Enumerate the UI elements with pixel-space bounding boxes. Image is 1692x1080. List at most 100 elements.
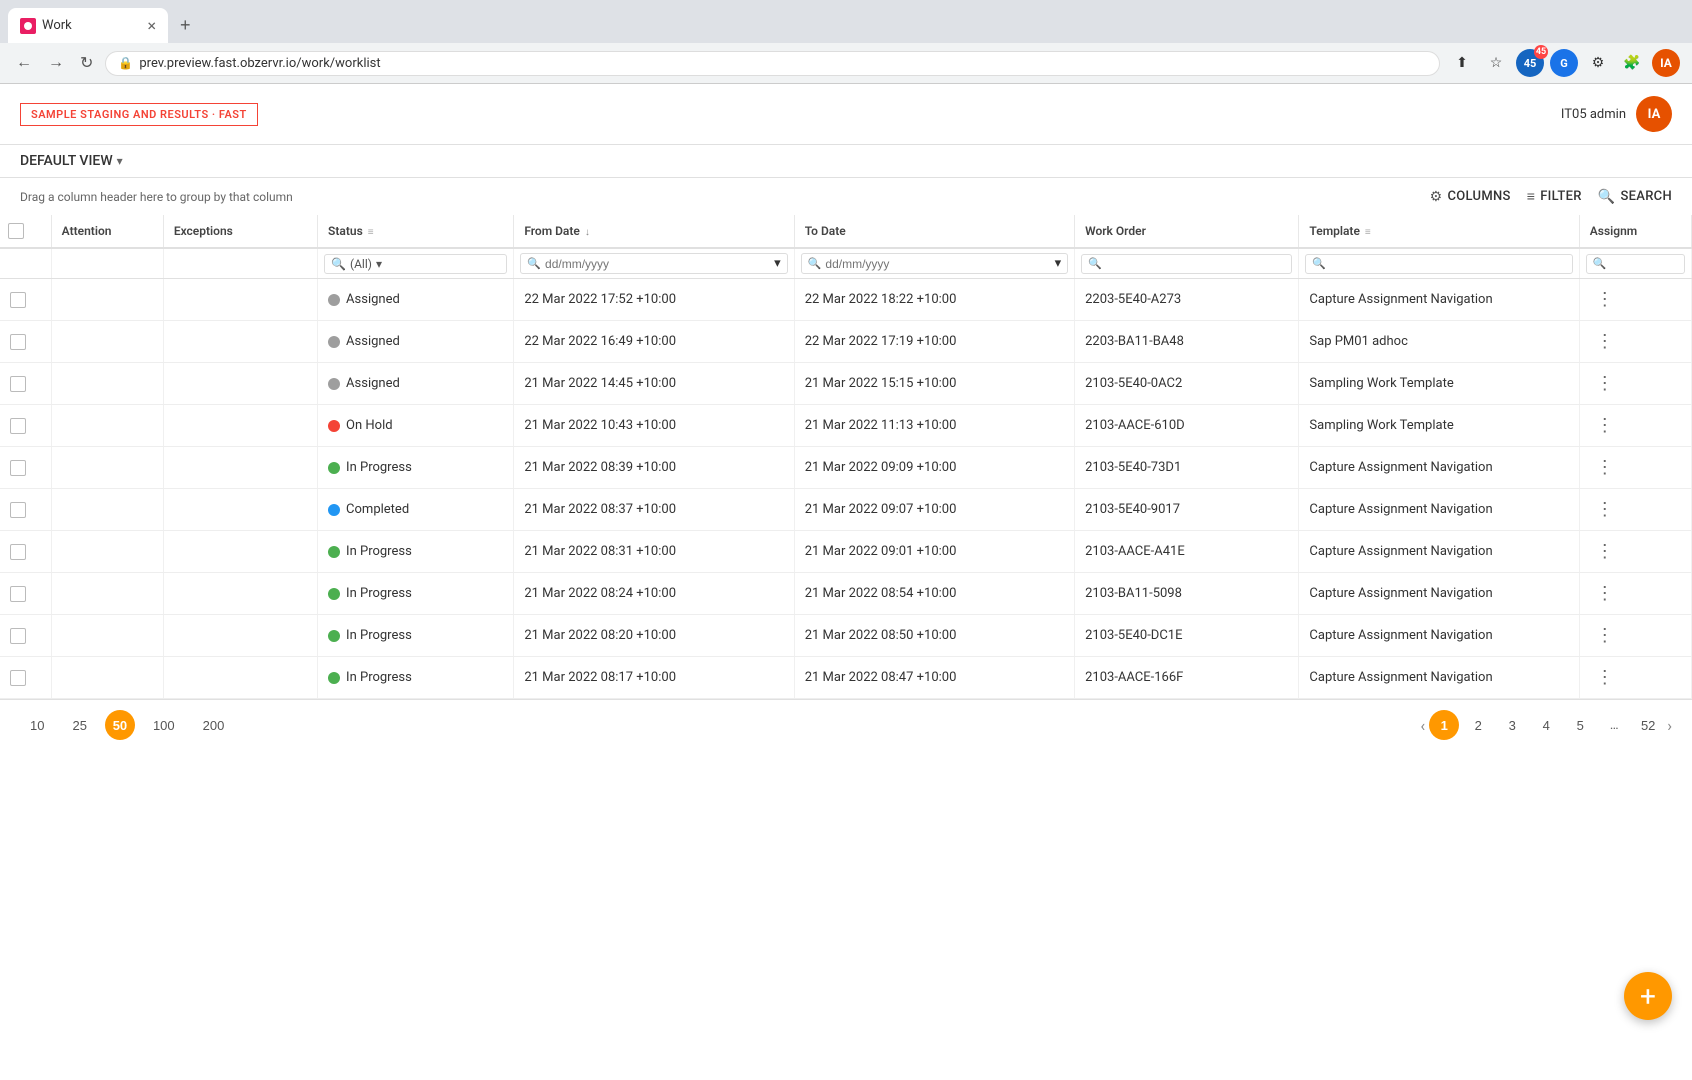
columns-button[interactable]: ⚙ COLUMNS bbox=[1430, 189, 1511, 205]
filter-assign-cell[interactable]: 🔍 bbox=[1579, 248, 1691, 279]
row-checkbox-cell[interactable] bbox=[0, 279, 51, 321]
select-all-checkbox[interactable] bbox=[8, 223, 24, 239]
template-input[interactable] bbox=[1330, 257, 1566, 271]
page-1-button[interactable]: 1 bbox=[1429, 710, 1459, 740]
filter-workorder-cell[interactable]: 🔍 bbox=[1075, 248, 1299, 279]
view-select[interactable]: DEFAULT VIEW ▾ bbox=[20, 153, 1672, 169]
row-menu-button[interactable]: ⋮ bbox=[1590, 665, 1620, 690]
header-avatar[interactable]: IA bbox=[1636, 96, 1672, 132]
page-size-25[interactable]: 25 bbox=[62, 714, 96, 737]
bookmark-icon[interactable]: ☆ bbox=[1482, 49, 1510, 77]
filter-button[interactable]: ≡ FILTER bbox=[1527, 188, 1582, 205]
row-actions[interactable]: ⋮ bbox=[1579, 405, 1691, 447]
page-3-button[interactable]: 3 bbox=[1497, 710, 1527, 740]
header-to-date[interactable]: To Date bbox=[794, 215, 1074, 248]
row-menu-button[interactable]: ⋮ bbox=[1590, 455, 1620, 480]
row-checkbox[interactable] bbox=[10, 418, 26, 434]
row-checkbox-cell[interactable] bbox=[0, 321, 51, 363]
search-button[interactable]: 🔍 SEARCH bbox=[1598, 189, 1672, 205]
filter-template-cell[interactable]: 🔍 bbox=[1299, 248, 1579, 279]
row-template: Capture Assignment Navigation bbox=[1299, 615, 1579, 657]
page-4-button[interactable]: 4 bbox=[1531, 710, 1561, 740]
assignment-filter[interactable]: 🔍 bbox=[1586, 254, 1685, 274]
tab-close-button[interactable]: × bbox=[147, 16, 156, 35]
row-actions[interactable]: ⋮ bbox=[1579, 321, 1691, 363]
next-page-button[interactable]: › bbox=[1667, 716, 1672, 735]
row-checkbox-cell[interactable] bbox=[0, 489, 51, 531]
header-attention[interactable]: Attention bbox=[51, 215, 163, 248]
row-checkbox-cell[interactable] bbox=[0, 531, 51, 573]
add-fab-button[interactable]: + bbox=[1624, 972, 1672, 1020]
row-actions[interactable]: ⋮ bbox=[1579, 489, 1691, 531]
row-checkbox[interactable] bbox=[10, 376, 26, 392]
header-assignment[interactable]: Assignm bbox=[1579, 215, 1691, 248]
new-tab-button[interactable]: + bbox=[172, 11, 199, 40]
row-checkbox[interactable] bbox=[10, 544, 26, 560]
row-checkbox[interactable] bbox=[10, 586, 26, 602]
share-icon[interactable]: ⬆ bbox=[1448, 49, 1476, 77]
filter-todate-cell[interactable]: 🔍 ▾ bbox=[794, 248, 1074, 279]
filter-status-cell[interactable]: 🔍 (All) ▾ bbox=[318, 248, 514, 279]
url-bar[interactable]: 🔒 prev.preview.fast.obzervr.io/work/work… bbox=[105, 51, 1440, 76]
row-actions[interactable]: ⋮ bbox=[1579, 615, 1691, 657]
page-2-button[interactable]: 2 bbox=[1463, 710, 1493, 740]
row-checkbox[interactable] bbox=[10, 334, 26, 350]
row-checkbox[interactable] bbox=[10, 628, 26, 644]
to-date-filter[interactable]: 🔍 ▾ bbox=[801, 253, 1068, 274]
header-status[interactable]: Status ≡ bbox=[318, 215, 514, 248]
row-checkbox[interactable] bbox=[10, 502, 26, 518]
row-checkbox-cell[interactable] bbox=[0, 363, 51, 405]
row-actions[interactable]: ⋮ bbox=[1579, 363, 1691, 405]
row-checkbox[interactable] bbox=[10, 670, 26, 686]
row-checkbox-cell[interactable] bbox=[0, 657, 51, 699]
page-size-50[interactable]: 50 bbox=[105, 710, 135, 740]
from-date-input[interactable] bbox=[545, 257, 770, 271]
row-menu-button[interactable]: ⋮ bbox=[1590, 581, 1620, 606]
page-size-10[interactable]: 10 bbox=[20, 714, 54, 737]
header-template[interactable]: Template ≡ bbox=[1299, 215, 1579, 248]
row-checkbox[interactable] bbox=[10, 460, 26, 476]
page-size-200[interactable]: 200 bbox=[193, 714, 235, 737]
active-tab[interactable]: Work × bbox=[8, 8, 168, 43]
row-menu-button[interactable]: ⋮ bbox=[1590, 287, 1620, 312]
row-menu-button[interactable]: ⋮ bbox=[1590, 329, 1620, 354]
row-menu-button[interactable]: ⋮ bbox=[1590, 371, 1620, 396]
row-checkbox-cell[interactable] bbox=[0, 405, 51, 447]
row-actions[interactable]: ⋮ bbox=[1579, 447, 1691, 489]
row-actions[interactable]: ⋮ bbox=[1579, 531, 1691, 573]
from-date-filter[interactable]: 🔍 ▾ bbox=[520, 253, 787, 274]
header-work-order[interactable]: Work Order bbox=[1075, 215, 1299, 248]
extensions-icon[interactable]: 🧩 bbox=[1618, 49, 1646, 77]
row-menu-button[interactable]: ⋮ bbox=[1590, 497, 1620, 522]
forward-button[interactable]: → bbox=[44, 50, 68, 76]
row-checkbox[interactable] bbox=[10, 292, 26, 308]
header-exceptions[interactable]: Exceptions bbox=[163, 215, 317, 248]
page-5-button[interactable]: 5 bbox=[1565, 710, 1595, 740]
extension-badge[interactable]: 45 45 bbox=[1516, 49, 1544, 77]
work-order-filter[interactable]: 🔍 bbox=[1081, 254, 1292, 274]
browser-user-avatar[interactable]: IA bbox=[1652, 49, 1680, 77]
row-checkbox-cell[interactable] bbox=[0, 615, 51, 657]
row-checkbox-cell[interactable] bbox=[0, 447, 51, 489]
extension2[interactable]: G bbox=[1550, 49, 1578, 77]
row-actions[interactable]: ⋮ bbox=[1579, 573, 1691, 615]
header-from-date[interactable]: From Date ↓ bbox=[514, 215, 794, 248]
assignment-input[interactable] bbox=[1611, 257, 1679, 271]
settings-icon[interactable]: ⚙ bbox=[1584, 49, 1612, 77]
row-menu-button[interactable]: ⋮ bbox=[1590, 413, 1620, 438]
page-last-button[interactable]: 52 bbox=[1633, 710, 1663, 740]
template-filter[interactable]: 🔍 bbox=[1305, 254, 1572, 274]
row-actions[interactable]: ⋮ bbox=[1579, 279, 1691, 321]
row-checkbox-cell[interactable] bbox=[0, 573, 51, 615]
status-filter-select[interactable]: 🔍 (All) ▾ bbox=[324, 254, 507, 274]
to-date-input[interactable] bbox=[825, 257, 1050, 271]
reload-button[interactable]: ↻ bbox=[76, 49, 97, 77]
page-size-100[interactable]: 100 bbox=[143, 714, 185, 737]
work-order-input[interactable] bbox=[1106, 257, 1286, 271]
row-menu-button[interactable]: ⋮ bbox=[1590, 539, 1620, 564]
prev-page-button[interactable]: ‹ bbox=[1420, 716, 1425, 735]
row-menu-button[interactable]: ⋮ bbox=[1590, 623, 1620, 648]
back-button[interactable]: ← bbox=[12, 50, 36, 76]
filter-fromdate-cell[interactable]: 🔍 ▾ bbox=[514, 248, 794, 279]
row-actions[interactable]: ⋮ bbox=[1579, 657, 1691, 699]
